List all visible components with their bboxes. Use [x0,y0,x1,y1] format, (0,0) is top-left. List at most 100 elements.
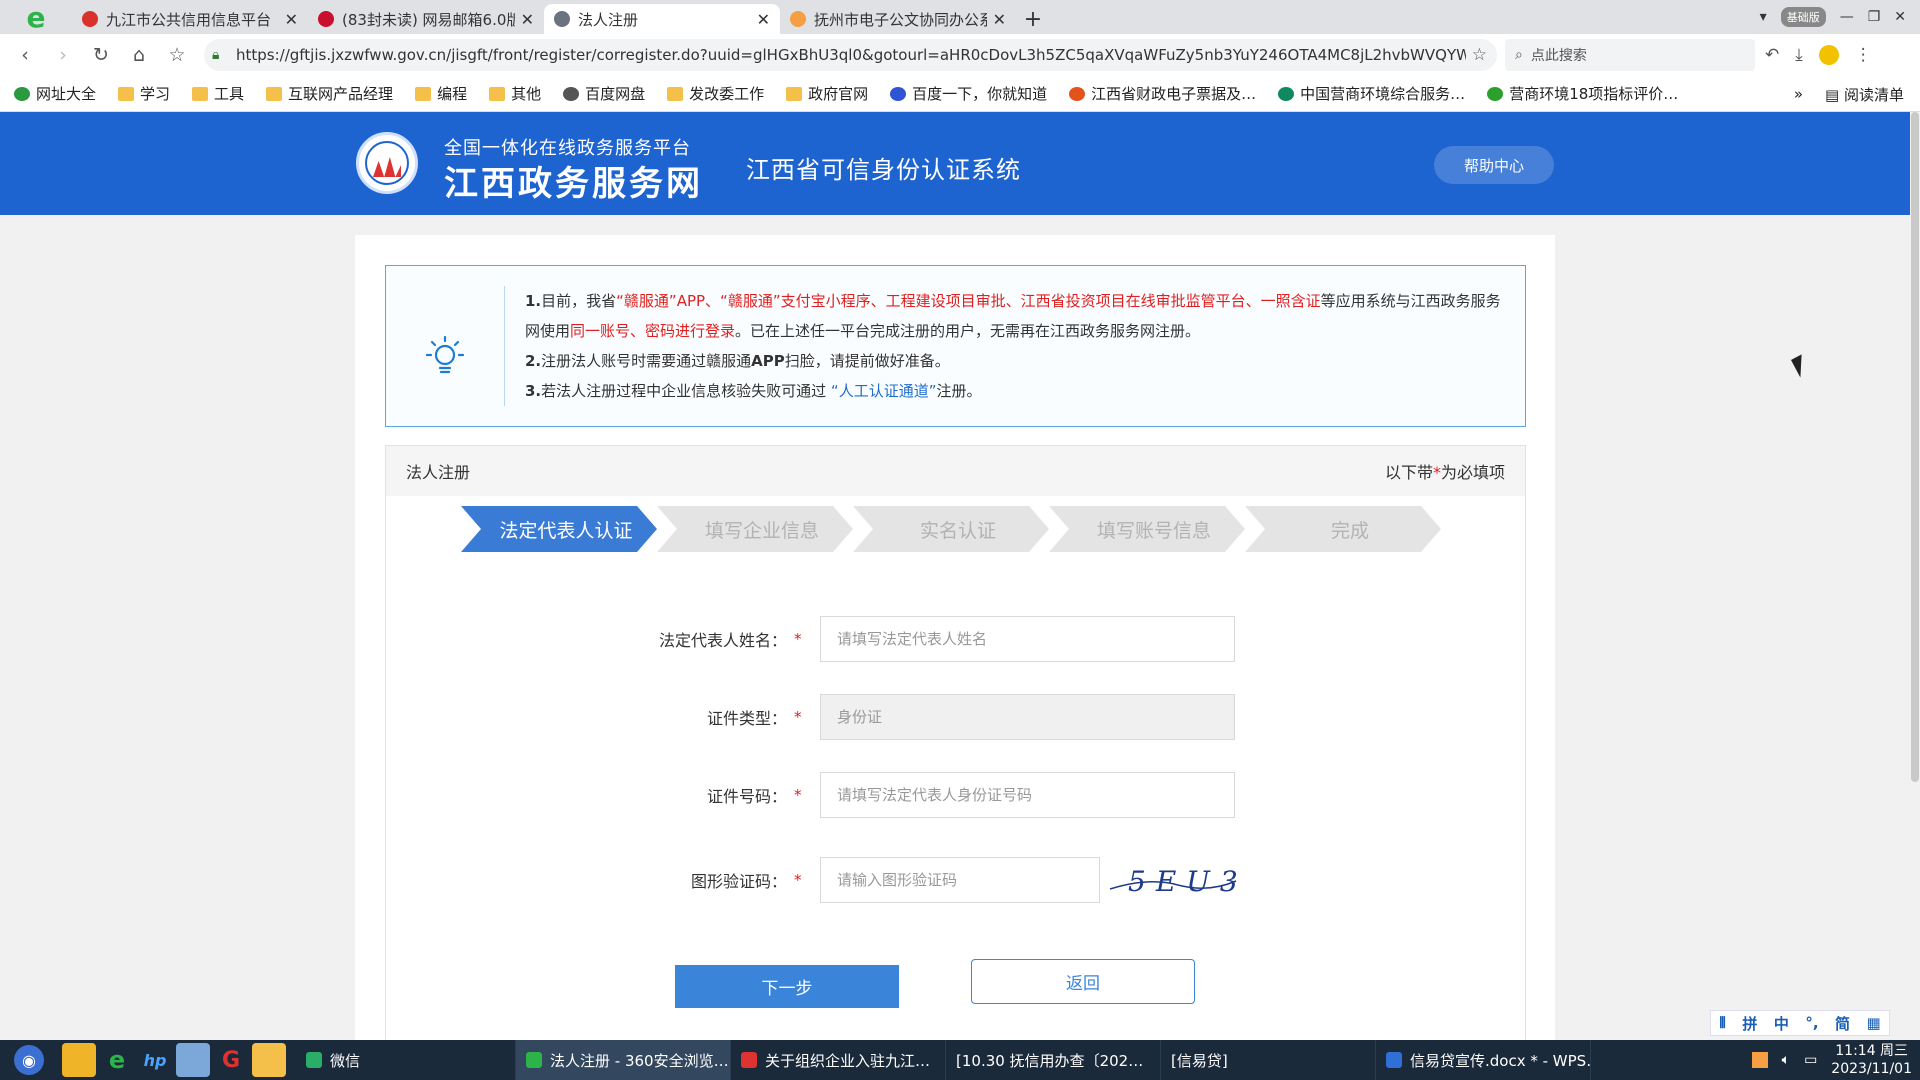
legal-rep-name-input[interactable] [820,616,1235,662]
bookmark-star-icon[interactable]: ☆ [158,36,196,74]
forward-icon[interactable]: › [44,36,82,74]
browser-360-icon[interactable]: e [100,1043,134,1077]
hp-icon[interactable]: hp [138,1043,172,1077]
home-icon[interactable]: ⌂ [120,36,158,74]
step-1: 法定代表人认证 [461,506,657,552]
step-3: 实名认证 [853,506,1049,552]
favorite-star-icon[interactable]: ☆ [1472,45,1487,65]
ime-option[interactable]: 拼 [1742,1013,1757,1034]
minimize-icon[interactable]: — [1840,9,1854,25]
tab-close-icon[interactable]: ✕ [993,10,1006,29]
start-icon[interactable]: ◉ [14,1045,44,1075]
system-name: 江西省可信身份认证系统 [746,156,1021,184]
form-panel: 法人注册 以下带*为必填项 法定代表人认证 填写企业信息 实名认证 填写账号信息 完成 … [385,445,1526,1040]
app-red-icon[interactable]: G [214,1043,248,1077]
address-bar[interactable]: 🔒︎ https://gftjis.jxzwfww.gov.cn/jisgft/… [204,39,1497,71]
folder-icon [415,86,432,101]
tray-app-icon[interactable] [1751,1052,1768,1068]
url-text[interactable]: https://gftjis.jxzwfww.gov.cn/jisgft/fro… [236,46,1466,64]
bookmark-item[interactable]: 政府官网 [786,83,868,104]
site-favicon-icon [1069,86,1086,101]
id-number-input[interactable] [820,772,1235,818]
computer-icon[interactable] [176,1043,210,1077]
tab-close-icon[interactable]: ✕ [757,10,770,29]
bookmark-item[interactable]: 百度网盘 [563,83,645,104]
tab-close-icon[interactable]: ✕ [285,10,298,29]
ime-voice-icon[interactable]: ⦀ [1719,1014,1726,1032]
taskbar-item[interactable]: 关于组织企业入驻九江… [731,1040,946,1080]
bookmark-item[interactable]: 工具 [192,83,244,104]
scrollbar-thumb[interactable] [1911,112,1919,782]
bookmark-label: 其他 [511,85,542,103]
volume-icon[interactable]: 🔈︎ [1782,1052,1790,1068]
download-icon[interactable]: ⤓ [1795,45,1803,65]
tab-close-icon[interactable]: ✕ [521,10,534,29]
taskbar-item[interactable]: 微信 [296,1040,516,1080]
mouse-cursor-icon [1791,354,1811,378]
bookmark-item[interactable]: 发改委工作 [667,83,764,104]
new-tab-button[interactable]: + [1016,4,1050,34]
ime-option[interactable]: 简 [1835,1013,1850,1034]
captcha-input[interactable] [820,857,1100,903]
page-scrollbar[interactable] [1910,112,1920,1040]
bookmark-item[interactable]: 互联网产品经理 [266,83,393,104]
folder-icon[interactable] [252,1043,286,1077]
network-icon[interactable]: ▭ [1804,1052,1817,1068]
notice-line-3: 2.注册法人账号时需要通过赣服通APP扫脸，请提前做好准备。 [525,352,950,370]
taskbar-item[interactable]: 信易贷宣传.docx * - WPS… [1376,1040,1591,1080]
bookmark-item[interactable]: 网址大全 [14,83,96,104]
clock[interactable]: 11:14 周三 2023/11/01 [1831,1042,1912,1078]
browser-tab-bar: e 九江市公共信用信息平台 ✕ (83封未读) 网易邮箱6.0版 ✕ 法人注册 … [0,0,1920,34]
bookmark-label: 发改委工作 [689,85,765,103]
folder-icon [786,86,803,101]
search-box[interactable]: ⌕ 点此搜索 [1505,39,1755,71]
tab-legal-register[interactable]: 法人注册 ✕ [544,4,780,34]
bookmark-item[interactable]: 江西省财政电子票据及… [1069,83,1256,104]
bookmark-label: 互联网产品经理 [288,85,394,103]
site-favicon-icon [1278,86,1295,101]
bookmark-item[interactable]: 中国营商环境综合服务… [1278,83,1465,104]
taskbar-item[interactable]: 法人注册 - 360安全浏览… [516,1040,731,1080]
more-bookmarks-button[interactable]: » [1794,85,1803,103]
reload-icon[interactable]: ↻ [82,36,120,74]
bookmark-label: 江西省财政电子票据及… [1091,85,1257,103]
edition-badge[interactable]: 基础版 [1780,7,1826,27]
tab-netease-mail[interactable]: (83封未读) 网易邮箱6.0版 ✕ [308,4,544,34]
id-type-label: 证件类型： [706,709,787,728]
folder-icon [489,86,506,101]
bookmark-item[interactable]: 编程 [415,83,467,104]
captcha-label: 图形验证码： [690,872,787,891]
form-row-id-type: 证件类型： * [386,694,1527,740]
dropdown-icon[interactable]: ▾ [1760,9,1767,25]
register-card: 1.目前，我省“赣服通”APP、“赣服通”支付宝小程序、工程建设项目审批、江西省… [355,235,1555,1040]
back-icon[interactable]: ‹ [6,36,44,74]
notice-line-4: 3.若法人注册过程中企业信息核验失败可通过 “人工认证通道”注册。 [525,382,982,400]
reading-list-button[interactable]: ▤ 阅读清单 [1825,84,1904,105]
extension-icon[interactable] [1818,45,1839,65]
ime-option[interactable]: °, [1805,1014,1818,1032]
browser-logo-icon[interactable]: e [0,0,72,34]
file-explorer-icon[interactable] [62,1043,96,1077]
tab-fuzhou-office[interactable]: 抚州市电子公文协同办公系 ✕ [780,4,1016,34]
ime-option[interactable]: 中 [1774,1013,1789,1034]
restore-icon[interactable]: ❐ [1868,9,1881,25]
taskbar-item[interactable]: [10.30 抚信用办查〔202… [946,1040,1161,1080]
panel-header: 法人注册 以下带*为必填项 [386,446,1525,496]
bookmark-item[interactable]: 百度一下，你就知道 [890,83,1047,104]
back-button[interactable]: 返回 [971,959,1195,1004]
next-step-button[interactable]: 下一步 [675,965,899,1008]
captcha-image[interactable]: 5EU3 [1108,859,1238,901]
help-center-button[interactable]: 帮助中心 [1434,146,1554,184]
bookmark-item[interactable]: 学习 [118,83,170,104]
bookmark-item[interactable]: 营商环境18项指标评价… [1487,83,1678,104]
manual-auth-link[interactable]: “人工认证通道” [831,382,937,400]
ime-menu-icon[interactable]: ▦ [1867,1014,1881,1032]
undo-icon[interactable]: ↶ [1765,45,1779,65]
svg-text:5EU3: 5EU3 [1128,865,1238,898]
menu-icon[interactable]: ⋮ [1855,45,1872,65]
tab-jiujiang-credit[interactable]: 九江市公共信用信息平台 ✕ [72,4,308,34]
close-window-icon[interactable]: ✕ [1894,9,1906,25]
taskbar-item[interactable]: [信易贷] [1161,1040,1376,1080]
folder-icon [266,86,283,101]
bookmark-item[interactable]: 其他 [489,83,541,104]
